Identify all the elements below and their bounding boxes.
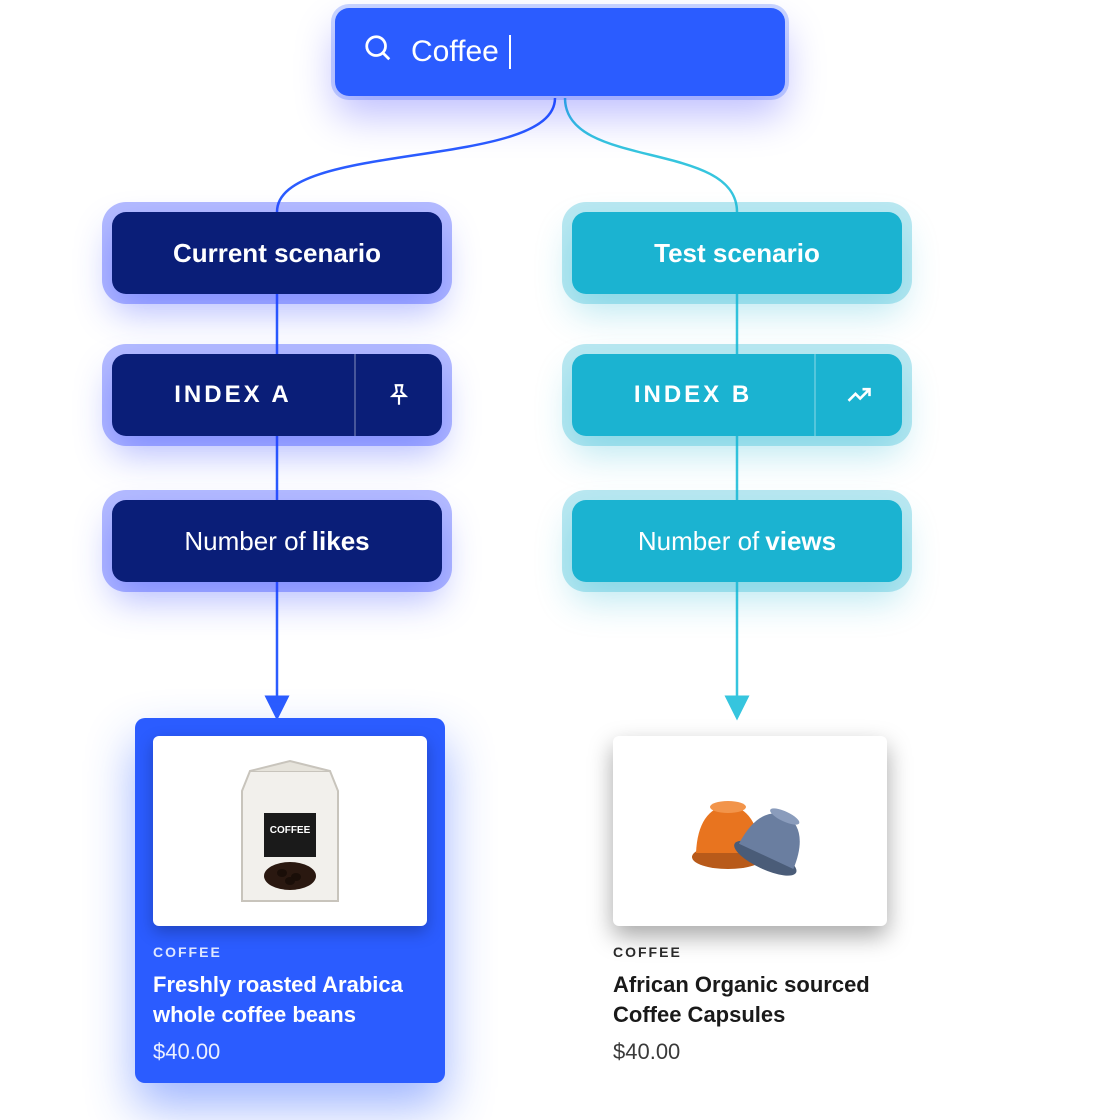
- product-title-b: African Organic sourced Coffee Capsules: [613, 970, 887, 1029]
- product-title-a: Freshly roasted Arabica whole coffee bea…: [153, 970, 427, 1029]
- scenario-label-b: Test scenario: [572, 212, 902, 294]
- product-card-b[interactable]: COFFEE African Organic sourced Coffee Ca…: [595, 718, 905, 1083]
- product-price-b: $40.00: [613, 1039, 887, 1065]
- pin-icon: [356, 354, 442, 436]
- product-image-b: [613, 736, 887, 926]
- search-input[interactable]: Coffee: [335, 8, 785, 96]
- index-label-a: INDEX A: [112, 354, 356, 436]
- index-label-b: INDEX B: [572, 354, 816, 436]
- svg-text:COFFEE: COFFEE: [270, 825, 311, 836]
- search-value: Coffee: [411, 35, 499, 69]
- product-card-a[interactable]: COFFEE COFFEE Freshly roasted Arabica wh…: [135, 718, 445, 1083]
- product-category-a: COFFEE: [153, 944, 427, 960]
- index-box-b: INDEX B: [572, 354, 902, 436]
- scenario-label-a: Current scenario: [112, 212, 442, 294]
- text-cursor: [509, 35, 511, 69]
- metric-box-b: Number of views: [572, 500, 902, 582]
- trend-up-icon: [816, 354, 902, 436]
- search-icon: [363, 33, 393, 71]
- product-image-a: COFFEE: [153, 736, 427, 926]
- index-box-a: INDEX A: [112, 354, 442, 436]
- product-category-b: COFFEE: [613, 944, 887, 960]
- product-price-a: $40.00: [153, 1039, 427, 1065]
- metric-box-a: Number of likes: [112, 500, 442, 582]
